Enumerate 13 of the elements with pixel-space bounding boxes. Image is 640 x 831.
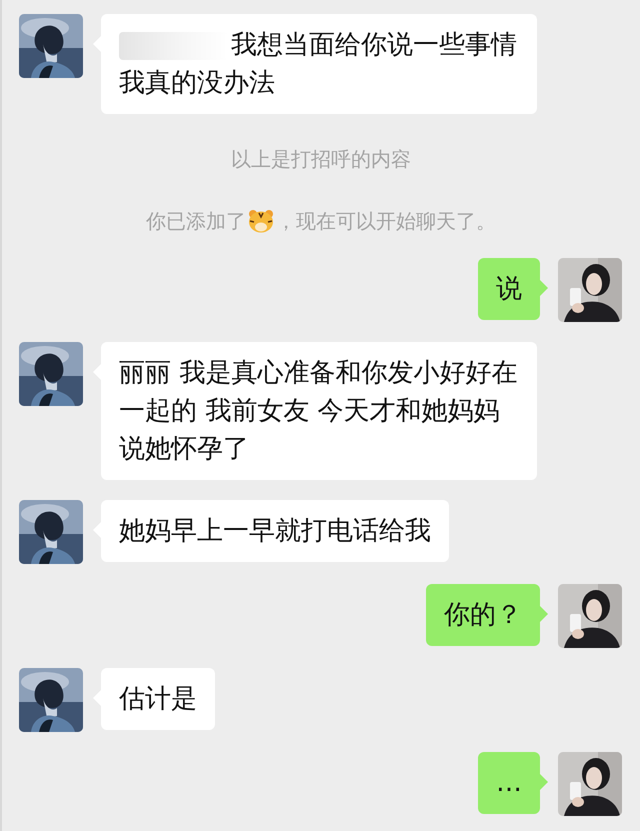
system-notice: 你已添加了: [146, 208, 246, 235]
system-notice: ，现在可以开始聊天了。: [276, 208, 496, 235]
message-bubble: 估计是: [101, 668, 215, 730]
bubble-tail: [540, 774, 548, 790]
message-bubble: 说: [478, 258, 540, 320]
bubble-tail: [540, 606, 548, 622]
message-bubble: 她妈早上一早就打电话给我: [101, 500, 449, 562]
message-bubble: 我想当面给你说一些事情我真的没办法: [101, 14, 537, 114]
system-notice: 以上是打招呼的内容: [231, 146, 411, 173]
message-bubble: 丽丽 我是真心准备和你发小好好在一起的 我前女友 今天才和她妈妈说她怀孕了: [101, 342, 537, 480]
message-bubble: 你的？: [426, 584, 540, 646]
bubble-tail: [540, 280, 548, 296]
message-bubble: …: [478, 752, 540, 814]
